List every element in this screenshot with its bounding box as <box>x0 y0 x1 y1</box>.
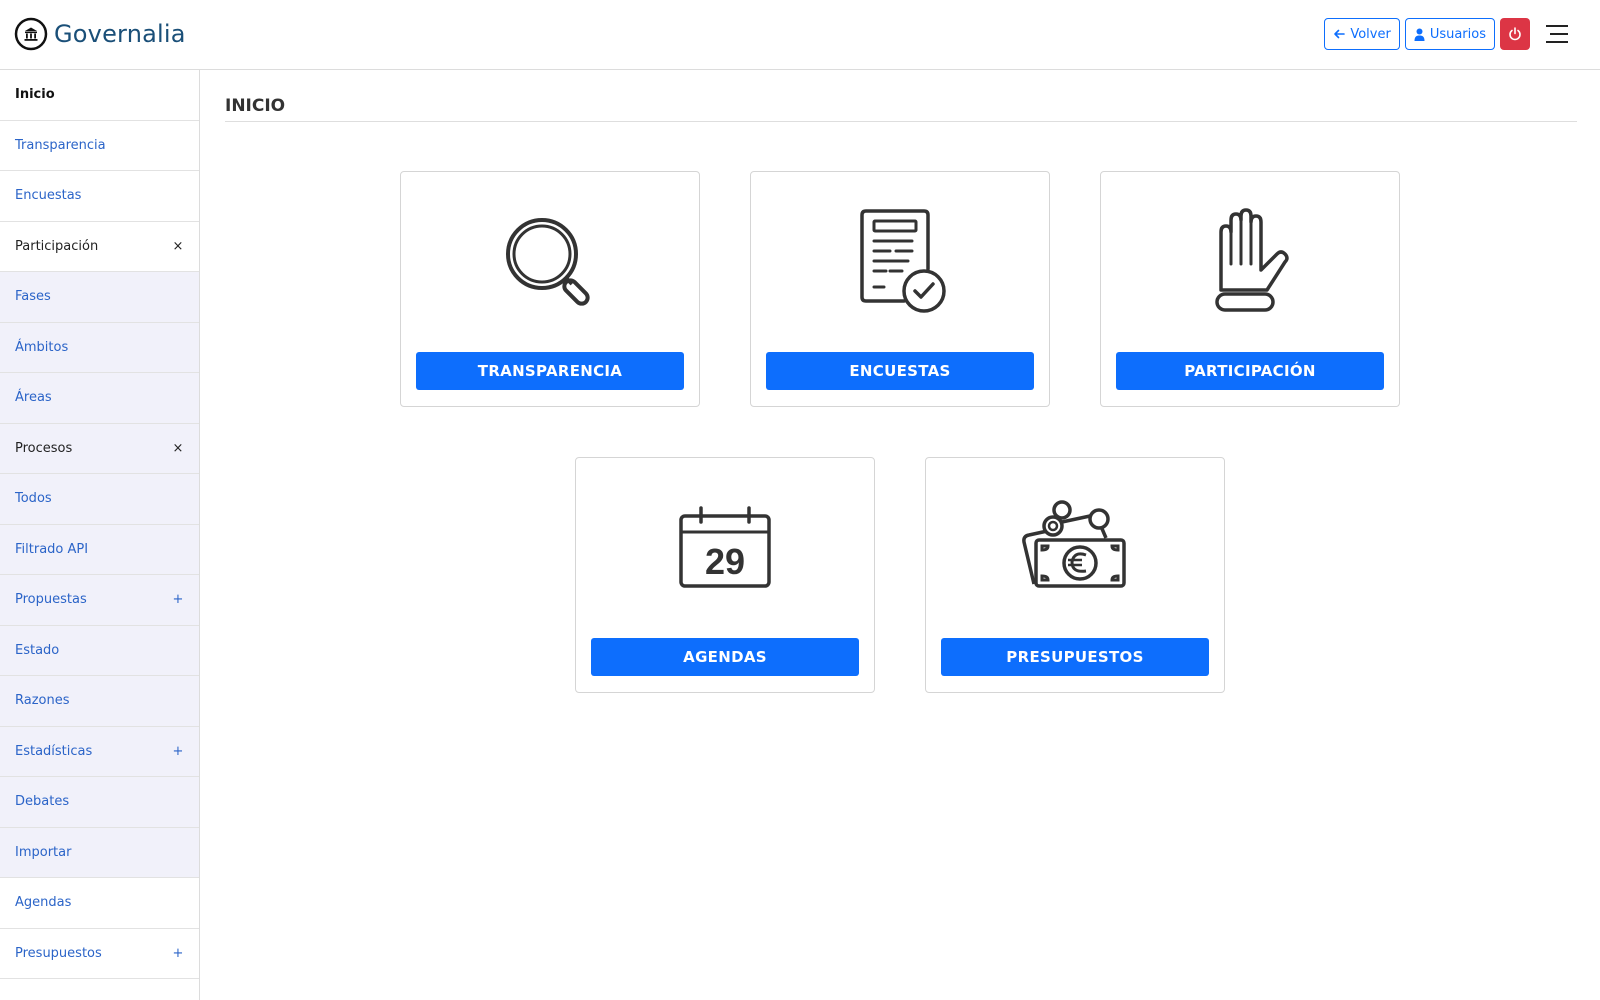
card-icon-area: 29 <box>576 488 874 608</box>
sidebar-item-label: Ámbitos <box>15 339 69 355</box>
back-button-label: Volver <box>1350 26 1391 42</box>
top-actions: Volver Usuarios <box>1324 18 1568 50</box>
sidebar-item-presupuestos[interactable]: Presupuestos + <box>0 929 199 979</box>
calendar-day: 29 <box>705 541 745 582</box>
card-icon-area <box>751 202 1049 322</box>
card-icon-area <box>401 202 699 322</box>
sidebar-item-label: Transparencia <box>15 137 106 153</box>
collapse-icon[interactable]: × <box>172 441 184 456</box>
sidebar-item-label: Agendas <box>15 895 72 911</box>
expand-icon[interactable]: + <box>172 946 184 961</box>
sidebar-item-label: Todos <box>15 491 52 507</box>
participacion-button[interactable]: PARTICIPACIÓN <box>1116 352 1384 390</box>
menu-line <box>1546 25 1568 27</box>
logout-button[interactable] <box>1500 18 1530 50</box>
sidebar-item-razones[interactable]: Razones <box>0 676 199 727</box>
sidebar-item-label: Áreas <box>15 390 52 406</box>
brand[interactable]: Governalia <box>14 17 186 51</box>
sidebar-item-ambitos[interactable]: Ámbitos <box>0 322 199 373</box>
back-button[interactable]: Volver <box>1324 18 1400 50</box>
card-icon-area <box>1101 202 1399 322</box>
card-icon-area <box>926 488 1224 608</box>
sidebar-item-label: Estadísticas <box>15 743 93 759</box>
sidebar-item-fases[interactable]: Fases <box>0 272 199 323</box>
sidebar-item-estado[interactable]: Estado <box>0 625 199 676</box>
encuestas-button[interactable]: ENCUESTAS <box>766 352 1034 390</box>
brand-name: Governalia <box>54 20 186 48</box>
menu-line <box>1550 33 1568 35</box>
user-icon <box>1414 28 1425 41</box>
sidebar-item-label: Inicio <box>15 87 55 103</box>
expand-icon[interactable]: + <box>172 592 184 607</box>
collapse-icon[interactable]: × <box>172 239 184 254</box>
sidebar-item-encuestas[interactable]: Encuestas <box>0 171 199 222</box>
raised-hand-icon <box>1215 208 1289 312</box>
sidebar-item-filtrado-api[interactable]: Filtrado API <box>0 524 199 575</box>
sidebar-item-label: Procesos <box>15 440 73 456</box>
sidebar-item-transparencia[interactable]: Transparencia <box>0 121 199 171</box>
sidebar-item-importar[interactable]: Importar <box>0 827 199 878</box>
sidebar-item-participacion[interactable]: Participación × <box>0 222 199 272</box>
expand-icon[interactable]: + <box>172 744 184 759</box>
transparencia-button[interactable]: TRANSPARENCIA <box>416 352 684 390</box>
sidebar-item-label: Fases <box>15 289 51 305</box>
card-presupuestos: PRESUPUESTOS <box>925 457 1225 693</box>
sidebar-item-inicio[interactable]: Inicio <box>0 70 199 121</box>
sidebar-item-label: Importar <box>15 844 72 860</box>
card-encuestas: ENCUESTAS <box>750 171 1050 407</box>
sidebar-item-label: Estado <box>15 642 60 658</box>
users-button[interactable]: Usuarios <box>1404 18 1495 50</box>
users-button-label: Usuarios <box>1429 26 1486 42</box>
power-icon <box>1509 27 1521 41</box>
top-bar: Governalia Volver Usuarios <box>0 0 1600 70</box>
sidebar: Inicio Transparencia Encuestas Participa… <box>0 70 200 1000</box>
calendar-icon: 29 <box>679 506 771 588</box>
government-building-icon <box>14 17 48 51</box>
sidebar-item-label: Filtrado API <box>15 541 89 557</box>
sidebar-item-estadisticas[interactable]: Estadísticas + <box>0 726 199 777</box>
sidebar-item-label: Presupuestos <box>15 945 102 961</box>
arrow-left-icon <box>1334 29 1346 39</box>
sidebar-item-areas[interactable]: Áreas <box>0 373 199 424</box>
survey-document-icon <box>860 209 946 313</box>
main-content: INICIO <box>225 70 1577 122</box>
menu-line <box>1546 41 1568 43</box>
sidebar-item-propuestas[interactable]: Propuestas + <box>0 575 199 626</box>
sidebar-item-label: Razones <box>15 693 70 709</box>
sidebar-item-label: Encuestas <box>15 188 82 204</box>
card-participacion: PARTICIPACIÓN <box>1100 171 1400 407</box>
page-title: INICIO <box>225 96 1577 122</box>
sidebar-item-todos[interactable]: Todos <box>0 474 199 525</box>
presupuestos-button[interactable]: PRESUPUESTOS <box>941 638 1209 676</box>
sidebar-item-label: Participación <box>15 238 99 254</box>
money-euro-icon <box>1022 500 1126 588</box>
sidebar-item-agendas[interactable]: Agendas <box>0 878 199 929</box>
card-agendas: 29 AGENDAS <box>575 457 875 693</box>
sidebar-item-procesos[interactable]: Procesos × <box>0 423 199 474</box>
agendas-button[interactable]: AGENDAS <box>591 638 859 676</box>
menu-icon[interactable] <box>1546 25 1568 43</box>
card-transparencia: TRANSPARENCIA <box>400 171 700 407</box>
sidebar-item-label: Propuestas <box>15 592 87 608</box>
sidebar-item-debates[interactable]: Debates <box>0 777 199 828</box>
sidebar-item-label: Debates <box>15 794 70 810</box>
magnifier-icon <box>506 218 590 306</box>
